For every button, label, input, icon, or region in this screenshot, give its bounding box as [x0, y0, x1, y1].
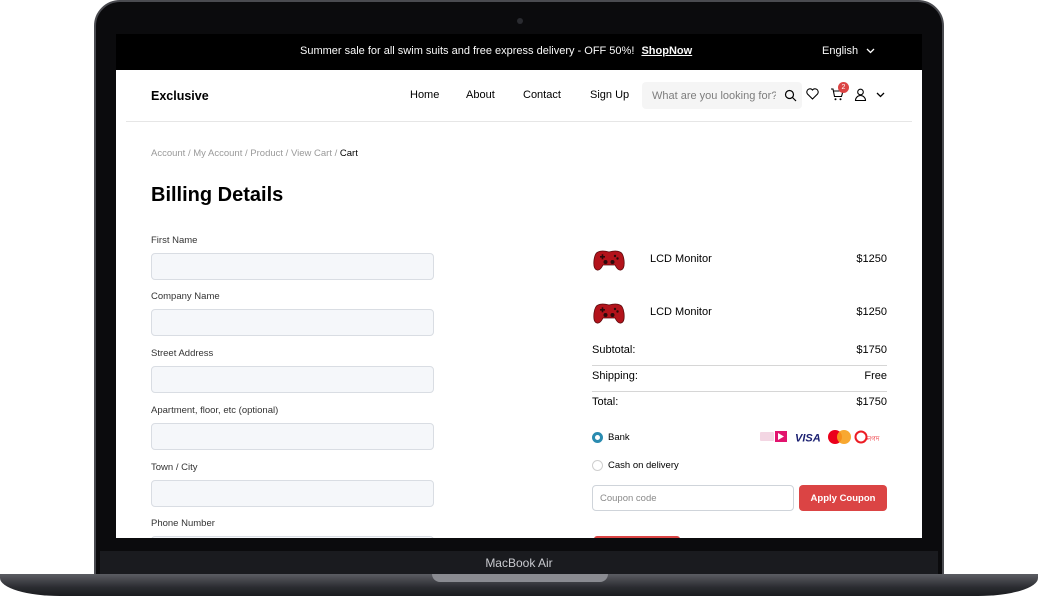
phone-number-label: Phone Number: [151, 518, 215, 529]
order-item-name: LCD Monitor: [650, 306, 712, 318]
place-order-button[interactable]: [594, 536, 680, 538]
mastercard-icon: [828, 430, 851, 444]
site-logo[interactable]: Exclusive: [151, 89, 209, 103]
shop-now-link[interactable]: ShopNow: [641, 45, 692, 57]
coupon-input[interactable]: [592, 485, 794, 511]
bkash-icon: [760, 431, 787, 442]
order-item-name: LCD Monitor: [650, 253, 712, 265]
town-city-field[interactable]: [151, 480, 434, 507]
apartment-field[interactable]: [151, 423, 434, 450]
total-label: Total:: [592, 396, 619, 408]
search-icon[interactable]: [784, 89, 797, 102]
chevron-down-icon: [866, 48, 875, 54]
breadcrumb-current: Cart: [339, 148, 358, 159]
search-box: [642, 82, 802, 109]
cash-on-delivery-label: Cash on delivery: [608, 460, 679, 471]
breadcrumb-item[interactable]: Product: [250, 148, 283, 159]
first-name-label: First Name: [151, 235, 198, 246]
cash-on-delivery-radio[interactable]: [592, 460, 603, 471]
heart-icon[interactable]: [806, 88, 819, 100]
camera-icon: [517, 18, 523, 24]
breadcrumb: Account / My Account / Product / View Ca…: [151, 148, 358, 159]
chevron-down-icon[interactable]: [876, 92, 885, 98]
bank-label: Bank: [608, 432, 630, 443]
language-selector[interactable]: English: [822, 45, 875, 57]
breadcrumb-item[interactable]: Account: [151, 148, 185, 159]
subtotal-label: Subtotal:: [592, 344, 636, 356]
shipping-value: Free: [864, 370, 887, 382]
search-input[interactable]: [652, 88, 776, 103]
gamepad-icon: [593, 250, 625, 271]
screen: Summer sale for all swim suits and free …: [116, 34, 922, 538]
town-city-label: Town / City: [151, 462, 198, 473]
nagad-icon: নগদ: [854, 430, 880, 444]
nav-signup[interactable]: Sign Up: [590, 89, 629, 101]
breadcrumb-item[interactable]: View Cart: [291, 148, 332, 159]
street-address-field[interactable]: [151, 366, 434, 393]
company-name-label: Company Name: [151, 291, 220, 302]
apartment-label: Apartment, floor, etc (optional): [151, 405, 279, 416]
shipping-label: Shipping:: [592, 370, 638, 382]
promo-bar: Summer sale for all swim suits and free …: [116, 34, 922, 70]
site-header: Exclusive Home About Contact Sign Up 2: [126, 70, 912, 122]
street-address-label: Street Address: [151, 348, 214, 359]
order-item-price: $1250: [856, 306, 887, 318]
laptop-chin: MacBook Air: [100, 551, 938, 576]
phone-number-field[interactable]: [151, 536, 434, 538]
total-value: $1750: [856, 396, 887, 408]
svg-text:VISA: VISA: [795, 433, 821, 445]
nav-home[interactable]: Home: [410, 89, 439, 101]
total-row: Total: $1750: [592, 396, 887, 418]
subtotal-value: $1750: [856, 344, 887, 356]
user-icon[interactable]: [854, 88, 867, 101]
order-item-price: $1250: [856, 253, 887, 265]
device-label: MacBook Air: [485, 556, 553, 570]
apply-coupon-button[interactable]: Apply Coupon: [799, 485, 887, 511]
subtotal-row: Subtotal: $1750: [592, 344, 887, 366]
breadcrumb-item[interactable]: My Account: [193, 148, 242, 159]
nav-contact[interactable]: Contact: [523, 89, 561, 101]
cart-count-badge: 2: [838, 82, 849, 93]
svg-text:নগদ: নগদ: [866, 436, 880, 443]
laptop-notch: [432, 574, 608, 582]
gamepad-icon: [593, 303, 625, 324]
page-title: Billing Details: [151, 184, 284, 206]
bank-radio[interactable]: [592, 432, 603, 443]
shipping-row: Shipping: Free: [592, 370, 887, 392]
nav-about[interactable]: About: [466, 89, 495, 101]
payment-logos: VISA নগদ: [760, 430, 880, 445]
visa-icon: VISA: [795, 433, 821, 445]
promo-text: Summer sale for all swim suits and free …: [300, 45, 692, 57]
promo-message: Summer sale for all swim suits and free …: [300, 45, 635, 57]
language-label: English: [822, 45, 859, 57]
first-name-field[interactable]: [151, 253, 434, 280]
company-name-field[interactable]: [151, 309, 434, 336]
device-mockup: Summer sale for all swim suits and free …: [0, 0, 1038, 596]
